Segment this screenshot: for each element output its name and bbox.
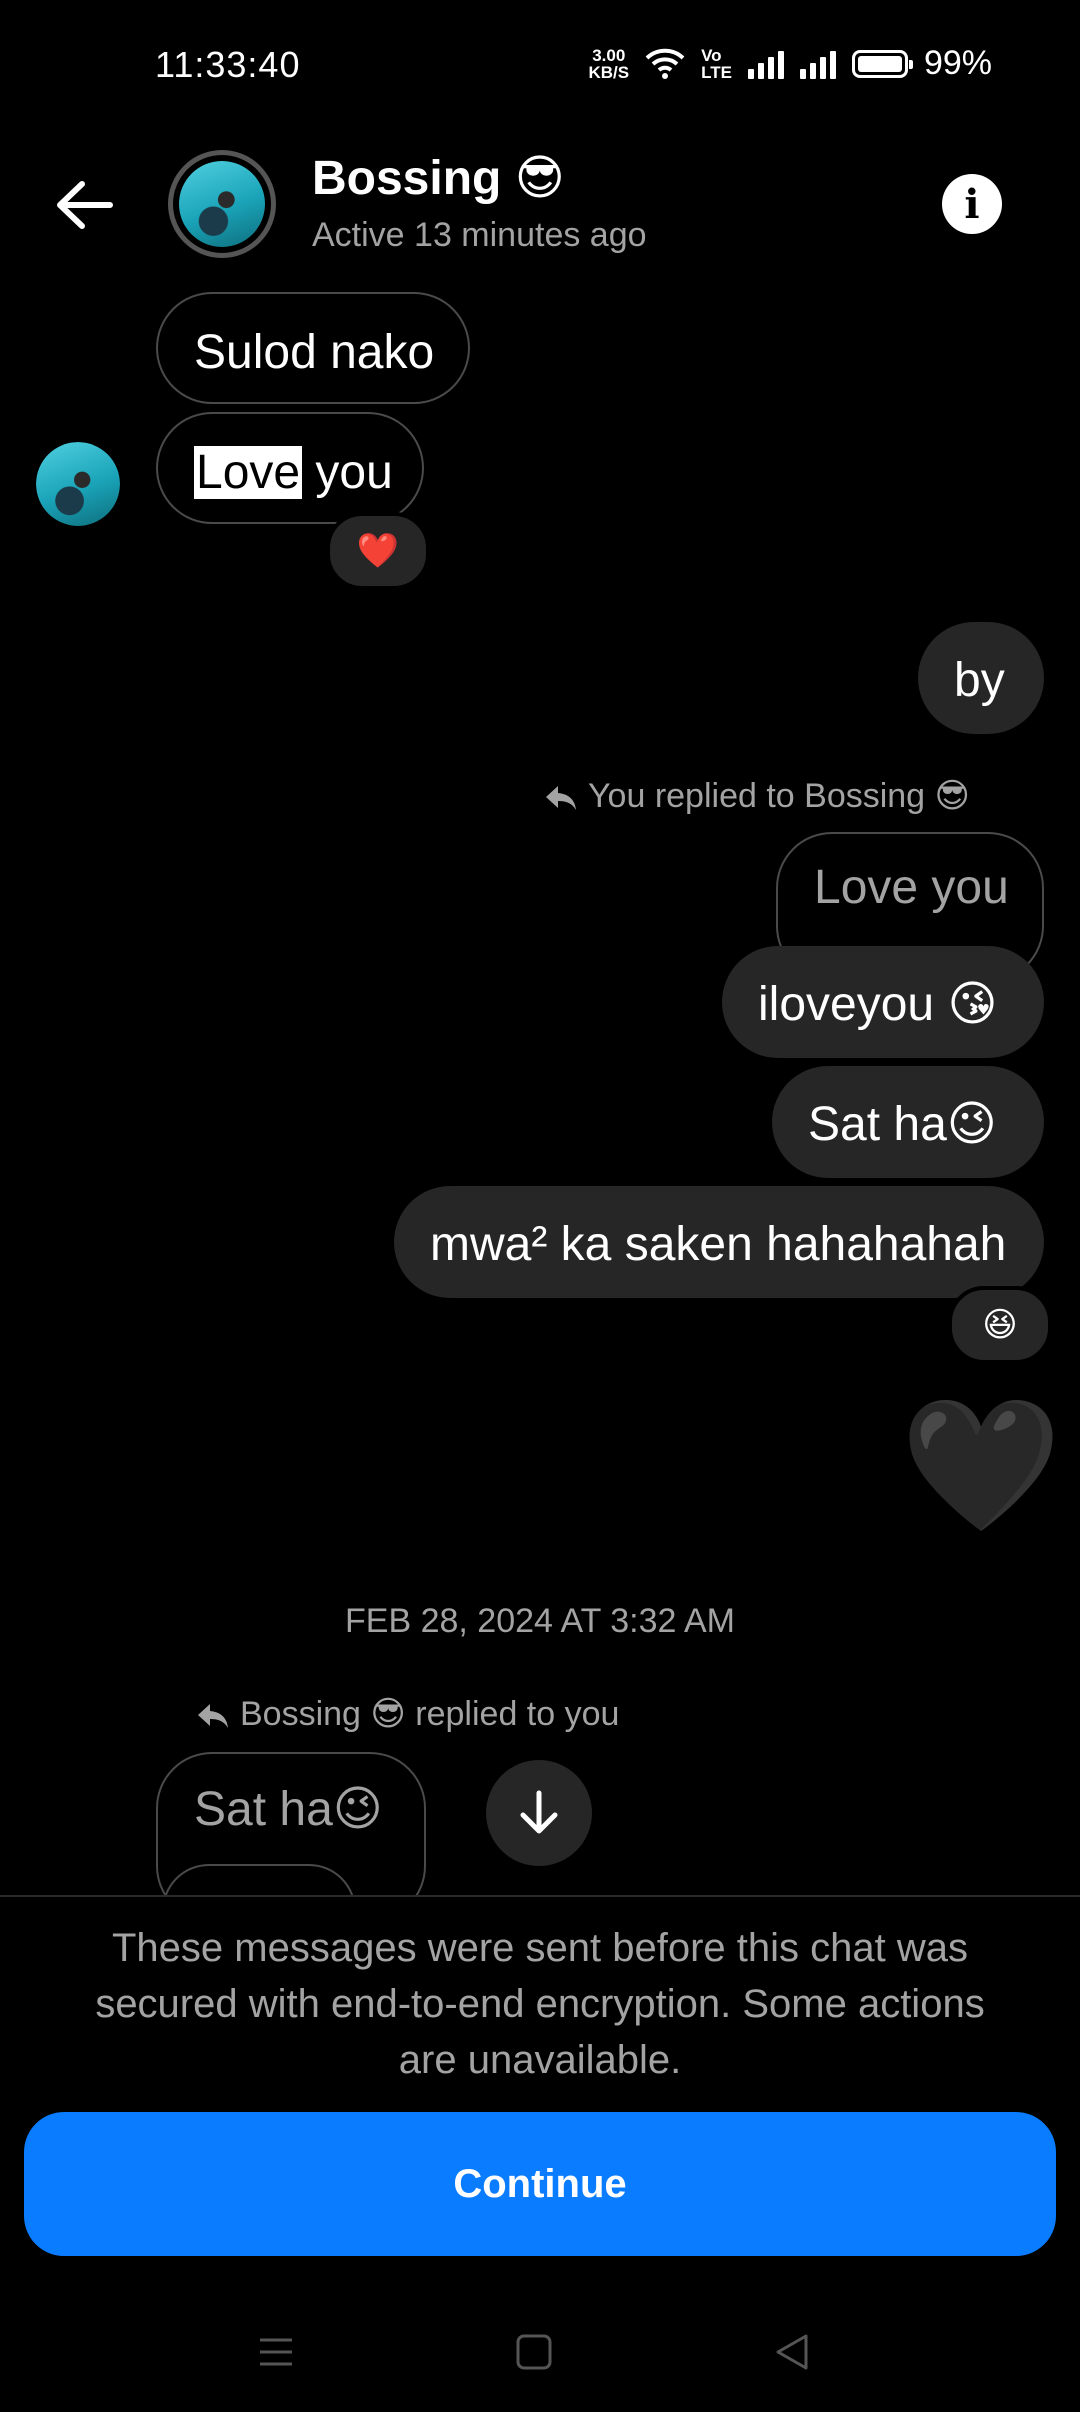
reply-arrow-icon: [546, 786, 576, 811]
message-incoming[interactable]: Love you: [156, 412, 424, 524]
battery-percent: 99%: [923, 44, 992, 82]
continue-button[interactable]: Continue: [24, 2112, 1056, 2256]
network-speed-unit: KB/S: [588, 62, 630, 82]
nav-back-button[interactable]: [762, 2322, 822, 2382]
nav-home-button[interactable]: [504, 2322, 564, 2382]
selected-text[interactable]: Love: [194, 446, 303, 499]
status-icons: 3.00 KB/S Vo LTE 99%: [588, 44, 992, 83]
home-square-icon: [516, 2334, 552, 2370]
wifi-icon: [645, 48, 685, 79]
encryption-notice-text: These messages were sent before this cha…: [95, 1926, 985, 2082]
reply-note: Bossing 😎 replied to you: [196, 1694, 619, 1734]
status-time: 11:33:40: [155, 44, 301, 85]
info-icon[interactable]: i: [942, 174, 1002, 234]
nav-menu-button[interactable]: [246, 2322, 306, 2382]
menu-icon: [260, 2338, 292, 2366]
network-speed-value: 3.00: [592, 45, 626, 65]
arrow-down-icon: [520, 1790, 558, 1834]
signal-icon-1: [747, 49, 784, 79]
network-speed: 3.00 KB/S: [588, 47, 629, 81]
volte-indicator: Vo LTE: [701, 47, 732, 81]
timestamp: FEB 28, 2024 AT 3:32 AM: [345, 1602, 735, 1640]
message-incoming[interactable]: Sulod nako: [156, 292, 470, 404]
volte-top: Vo: [701, 45, 722, 65]
arrow-left-icon: [57, 181, 113, 229]
message-text: you: [302, 446, 393, 499]
contact-avatar[interactable]: [168, 150, 276, 258]
battery-icon: [851, 49, 913, 78]
divider: [0, 1895, 1080, 1897]
reaction-laugh[interactable]: 😆: [948, 1286, 1052, 1364]
back-button[interactable]: [50, 170, 120, 240]
back-triangle-icon: [776, 2334, 808, 2370]
reply-note: You replied to Bossing 😎: [544, 776, 970, 816]
contact-active-status: Active 13 minutes ago: [312, 216, 647, 254]
sender-avatar: [36, 442, 120, 526]
message-outgoing[interactable]: iloveyou 😘: [722, 946, 1044, 1058]
volte-bottom: LTE: [701, 62, 732, 82]
message-outgoing[interactable]: Sat ha😉: [772, 1066, 1044, 1178]
reply-note-text: Bossing 😎 replied to you: [240, 1695, 620, 1733]
message-outgoing[interactable]: mwa² ka saken hahahahah: [394, 1186, 1044, 1298]
reply-arrow-icon: [198, 1704, 228, 1729]
contact-name[interactable]: Bossing 😎: [312, 150, 565, 206]
message-heart-emoji[interactable]: 🖤: [900, 1390, 1062, 1540]
scroll-to-bottom-button[interactable]: [486, 1760, 592, 1866]
reaction-heart[interactable]: ❤️: [326, 512, 430, 590]
signal-icon-2: [799, 49, 836, 79]
message-outgoing[interactable]: by: [918, 622, 1044, 734]
reply-note-text: You replied to Bossing 😎: [588, 777, 970, 815]
